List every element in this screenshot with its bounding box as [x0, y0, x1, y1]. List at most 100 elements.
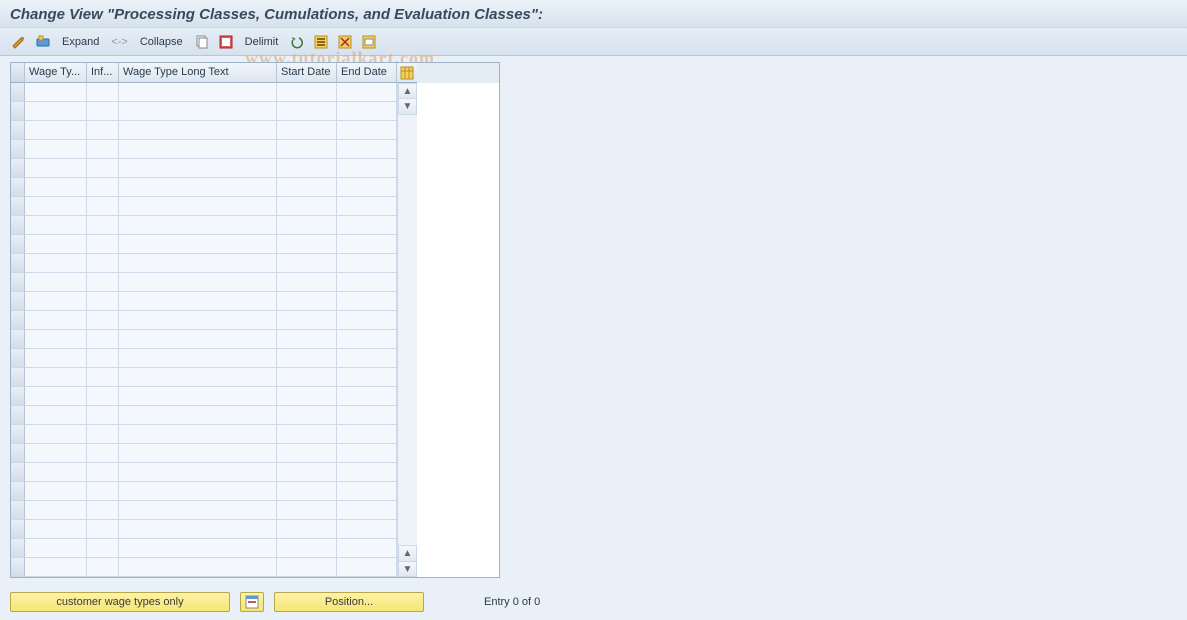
row-selector[interactable]: [11, 216, 25, 235]
cell-start-date[interactable]: [277, 159, 337, 178]
cell-wage-type[interactable]: [25, 330, 87, 349]
row-selector[interactable]: [11, 425, 25, 444]
cell-start-date[interactable]: [277, 520, 337, 539]
cell-inf[interactable]: [87, 349, 119, 368]
cell-wage-type[interactable]: [25, 425, 87, 444]
row-selector[interactable]: [11, 311, 25, 330]
cell-inf[interactable]: [87, 273, 119, 292]
row-selector[interactable]: [11, 444, 25, 463]
undo-change-icon[interactable]: [288, 33, 306, 51]
cell-long-text[interactable]: [119, 368, 277, 387]
toggle-display-change-icon[interactable]: [10, 33, 28, 51]
cell-end-date[interactable]: [337, 444, 397, 463]
copy-icon[interactable]: [193, 33, 211, 51]
row-selector[interactable]: [11, 501, 25, 520]
cell-start-date[interactable]: [277, 444, 337, 463]
cell-long-text[interactable]: [119, 273, 277, 292]
cell-inf[interactable]: [87, 387, 119, 406]
cell-start-date[interactable]: [277, 463, 337, 482]
cell-inf[interactable]: [87, 406, 119, 425]
cell-end-date[interactable]: [337, 197, 397, 216]
scroll-page-up-icon[interactable]: ▼: [398, 99, 417, 115]
row-selector[interactable]: [11, 235, 25, 254]
cell-start-date[interactable]: [277, 178, 337, 197]
cell-long-text[interactable]: [119, 102, 277, 121]
cell-start-date[interactable]: [277, 311, 337, 330]
row-selector[interactable]: [11, 330, 25, 349]
column-header-start-date[interactable]: Start Date: [277, 63, 337, 83]
cell-end-date[interactable]: [337, 539, 397, 558]
cell-inf[interactable]: [87, 235, 119, 254]
row-selector[interactable]: [11, 539, 25, 558]
cell-end-date[interactable]: [337, 83, 397, 102]
cell-wage-type[interactable]: [25, 349, 87, 368]
cell-inf[interactable]: [87, 254, 119, 273]
cell-inf[interactable]: [87, 292, 119, 311]
position-button[interactable]: Position...: [274, 592, 424, 612]
cell-start-date[interactable]: [277, 387, 337, 406]
cell-end-date[interactable]: [337, 482, 397, 501]
cell-long-text[interactable]: [119, 330, 277, 349]
cell-end-date[interactable]: [337, 178, 397, 197]
cell-inf[interactable]: [87, 83, 119, 102]
cell-end-date[interactable]: [337, 292, 397, 311]
cell-end-date[interactable]: [337, 425, 397, 444]
cell-long-text[interactable]: [119, 425, 277, 444]
cell-start-date[interactable]: [277, 558, 337, 577]
cell-wage-type[interactable]: [25, 368, 87, 387]
row-selector[interactable]: [11, 178, 25, 197]
cell-start-date[interactable]: [277, 254, 337, 273]
row-selector[interactable]: [11, 368, 25, 387]
cell-wage-type[interactable]: [25, 463, 87, 482]
row-selector[interactable]: [11, 102, 25, 121]
cell-long-text[interactable]: [119, 539, 277, 558]
select-all-rows-icon[interactable]: [312, 33, 330, 51]
collapse-button[interactable]: Collapse: [136, 34, 187, 50]
deselect-all-icon[interactable]: [336, 33, 354, 51]
cell-long-text[interactable]: [119, 197, 277, 216]
cell-inf[interactable]: [87, 520, 119, 539]
cell-start-date[interactable]: [277, 102, 337, 121]
cell-start-date[interactable]: [277, 368, 337, 387]
cell-long-text[interactable]: [119, 121, 277, 140]
cell-end-date[interactable]: [337, 463, 397, 482]
position-icon-button[interactable]: [240, 592, 264, 612]
cell-inf[interactable]: [87, 330, 119, 349]
cell-end-date[interactable]: [337, 121, 397, 140]
cell-long-text[interactable]: [119, 387, 277, 406]
cell-end-date[interactable]: [337, 349, 397, 368]
cell-end-date[interactable]: [337, 140, 397, 159]
cell-end-date[interactable]: [337, 216, 397, 235]
row-selector[interactable]: [11, 463, 25, 482]
cell-long-text[interactable]: [119, 83, 277, 102]
row-selector[interactable]: [11, 482, 25, 501]
column-header-end-date[interactable]: End Date: [337, 63, 397, 83]
cell-inf[interactable]: [87, 425, 119, 444]
cell-long-text[interactable]: [119, 349, 277, 368]
cell-inf[interactable]: [87, 140, 119, 159]
cell-start-date[interactable]: [277, 83, 337, 102]
cell-start-date[interactable]: [277, 501, 337, 520]
cell-start-date[interactable]: [277, 482, 337, 501]
cell-long-text[interactable]: [119, 159, 277, 178]
cell-end-date[interactable]: [337, 558, 397, 577]
select-all-icon[interactable]: [217, 33, 235, 51]
row-selector[interactable]: [11, 273, 25, 292]
cell-long-text[interactable]: [119, 178, 277, 197]
cell-wage-type[interactable]: [25, 539, 87, 558]
cell-wage-type[interactable]: [25, 197, 87, 216]
cell-end-date[interactable]: [337, 387, 397, 406]
cell-long-text[interactable]: [119, 406, 277, 425]
other-view-icon[interactable]: [34, 33, 52, 51]
table-settings-icon[interactable]: [360, 33, 378, 51]
cell-long-text[interactable]: [119, 501, 277, 520]
row-selector[interactable]: [11, 121, 25, 140]
cell-long-text[interactable]: [119, 292, 277, 311]
row-selector[interactable]: [11, 349, 25, 368]
row-selector[interactable]: [11, 83, 25, 102]
cell-wage-type[interactable]: [25, 254, 87, 273]
cell-wage-type[interactable]: [25, 520, 87, 539]
cell-wage-type[interactable]: [25, 216, 87, 235]
row-selector[interactable]: [11, 140, 25, 159]
scrollbar-track[interactable]: [398, 115, 417, 545]
